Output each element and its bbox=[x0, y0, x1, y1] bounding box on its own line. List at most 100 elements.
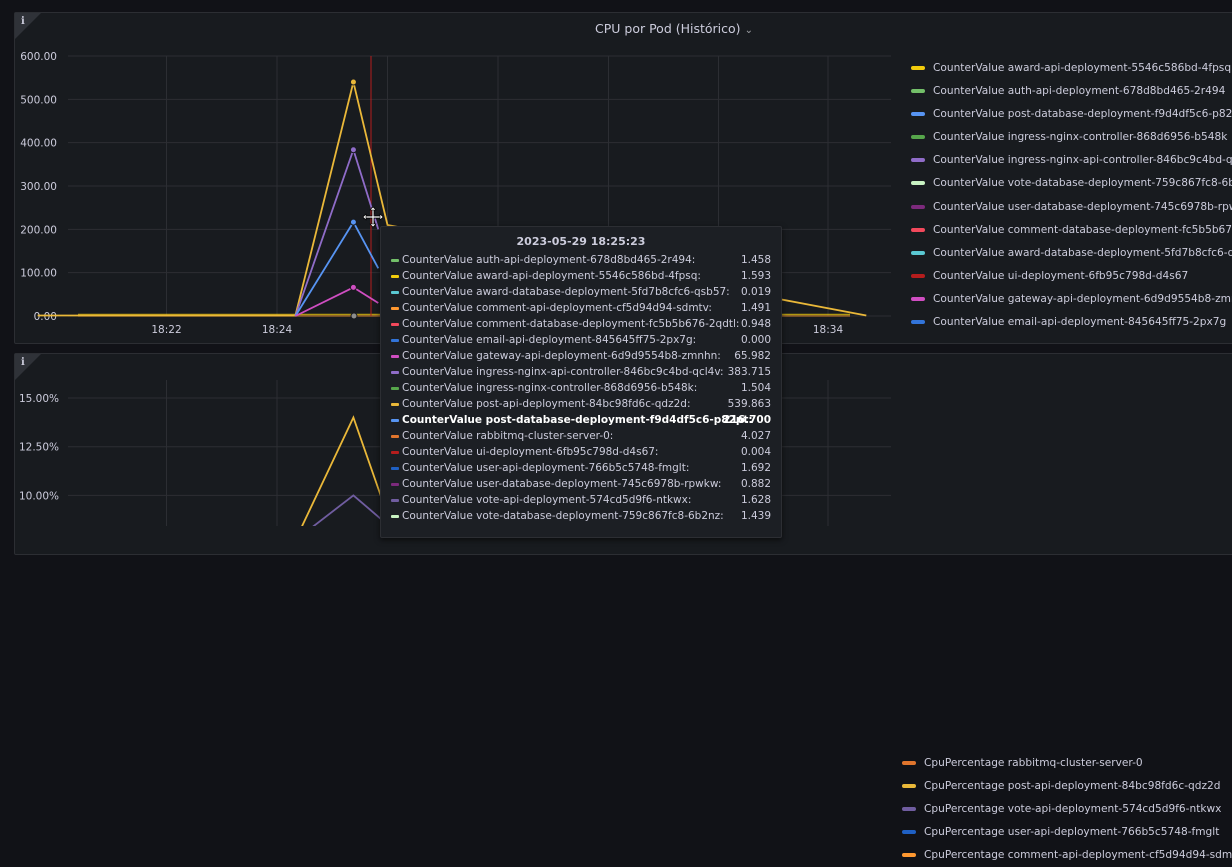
tooltip-value: 0.948 bbox=[740, 318, 771, 330]
tooltip-swatch bbox=[391, 434, 399, 438]
y-tick-label: 300.00 bbox=[20, 181, 57, 193]
tooltip-swatch bbox=[391, 354, 399, 358]
legend-label: CpuPercentage comment-api-deployment-cf5… bbox=[924, 849, 1232, 862]
tooltip-value: 1.628 bbox=[740, 494, 771, 506]
legend-item[interactable]: CpuPercentage rabbitmq-cluster-server-0 bbox=[902, 752, 1232, 775]
tooltip-label: CounterValue user-api-deployment-766b5c5… bbox=[402, 462, 690, 474]
tooltip-swatch bbox=[391, 402, 399, 406]
legend-swatch bbox=[902, 853, 916, 858]
tooltip-swatch bbox=[391, 322, 399, 326]
tooltip-label: CounterValue post-database-deployment-f9… bbox=[402, 414, 753, 426]
legend-label: CpuPercentage rabbitmq-cluster-server-0 bbox=[924, 757, 1143, 769]
tooltip-value: 539.863 bbox=[727, 398, 771, 410]
tooltip-label: CounterValue award-database-deployment-5… bbox=[402, 286, 730, 298]
tooltip-value: 0.000 bbox=[740, 334, 771, 346]
tooltip-label: CounterValue vote-database-deployment-75… bbox=[402, 510, 724, 522]
tooltip-value: 1.458 bbox=[740, 254, 771, 266]
tooltip-value: 1.504 bbox=[740, 382, 771, 394]
tooltip-rows: CounterValue auth-api-deployment-678d8bd… bbox=[391, 252, 771, 524]
legend-label: CpuPercentage vote-api-deployment-574cd5… bbox=[924, 803, 1222, 816]
tooltip-value: 1.439 bbox=[740, 510, 771, 522]
tooltip-swatch bbox=[391, 466, 399, 470]
y-tick-label: 500.00 bbox=[20, 94, 57, 106]
series-line bbox=[294, 146, 380, 317]
y-tick-label: 10.00% bbox=[19, 490, 59, 502]
tooltip-row: CounterValue gateway-api-deployment-6d9d… bbox=[391, 348, 771, 364]
y-tick-label: 15.00% bbox=[19, 393, 59, 405]
tooltip-row: CounterValue award-api-deployment-5546c5… bbox=[391, 268, 771, 284]
tooltip-value: 0.019 bbox=[740, 286, 771, 298]
tooltip-label: CounterValue ingress-nginx-controller-86… bbox=[402, 382, 698, 394]
tooltip-row: CounterValue comment-database-deployment… bbox=[391, 316, 771, 332]
tooltip-row: CounterValue vote-api-deployment-574cd5d… bbox=[391, 492, 771, 508]
x-tick-label: 18:34 bbox=[813, 324, 844, 336]
tooltip-row: CounterValue ingress-nginx-api-controlle… bbox=[391, 364, 771, 380]
tooltip-row: CounterValue comment-api-deployment-cf5d… bbox=[391, 300, 771, 316]
legend-swatch bbox=[902, 784, 916, 789]
tooltip-label: CounterValue gateway-api-deployment-6d9d… bbox=[402, 350, 721, 362]
series-point bbox=[349, 78, 357, 86]
move-cursor-icon bbox=[362, 206, 384, 228]
legend-swatch bbox=[902, 761, 916, 765]
tooltip-swatch bbox=[391, 482, 399, 486]
legend-item[interactable]: CpuPercentage user-api-deployment-766b5c… bbox=[902, 821, 1232, 844]
tooltip-row: CounterValue award-database-deployment-5… bbox=[391, 284, 771, 300]
tooltip-row: CounterValue vote-database-deployment-75… bbox=[391, 508, 771, 524]
tooltip-row: CounterValue email-api-deployment-845645… bbox=[391, 332, 771, 348]
tooltip-row: CounterValue user-database-deployment-74… bbox=[391, 476, 771, 492]
tooltip-swatch bbox=[391, 258, 399, 262]
hover-tooltip: 2023-05-29 18:25:23 CounterValue auth-ap… bbox=[380, 226, 782, 538]
tooltip-value: 1.593 bbox=[740, 270, 771, 282]
tooltip-value: 0.882 bbox=[740, 478, 771, 490]
series-point bbox=[350, 312, 358, 320]
tooltip-swatch bbox=[391, 274, 399, 278]
legend-label: CpuPercentage user-api-deployment-766b5c… bbox=[924, 826, 1220, 839]
y-tick-label: 600.00 bbox=[20, 51, 57, 63]
tooltip-swatch bbox=[391, 450, 399, 454]
tooltip-swatch bbox=[391, 498, 399, 502]
series-line bbox=[295, 286, 379, 317]
x-tick-label: 18:24 bbox=[262, 324, 293, 336]
y-tick-label: 200.00 bbox=[20, 224, 57, 236]
x-tick-label: 18:22 bbox=[151, 324, 181, 336]
tooltip-value: 383.715 bbox=[727, 366, 771, 378]
tooltip-value: 0.004 bbox=[740, 446, 771, 458]
series-point bbox=[349, 146, 357, 154]
tooltip-timestamp: 2023-05-29 18:25:23 bbox=[516, 235, 646, 248]
tooltip-row: CounterValue auth-api-deployment-678d8bd… bbox=[391, 252, 771, 268]
series-point bbox=[349, 218, 357, 226]
tooltip-row: CounterValue user-api-deployment-766b5c5… bbox=[391, 460, 771, 476]
legend-item[interactable]: CpuPercentage post-api-deployment-84bc98… bbox=[902, 775, 1232, 798]
tooltip-label: CounterValue ingress-nginx-api-controlle… bbox=[402, 366, 724, 378]
y-tick-label: 400.00 bbox=[20, 138, 57, 150]
tooltip-label: CounterValue post-api-deployment-84bc98f… bbox=[402, 398, 691, 410]
legend-label: CpuPercentage post-api-deployment-84bc98… bbox=[924, 780, 1221, 793]
legend-swatch bbox=[902, 830, 916, 835]
tooltip-label: CounterValue ui-deployment-6fb95c798d-d4… bbox=[402, 446, 659, 458]
y-tick-label: 100.00 bbox=[20, 268, 57, 280]
tooltip-swatch bbox=[391, 418, 399, 422]
tooltip-value: 1.491 bbox=[740, 302, 771, 314]
tooltip-swatch bbox=[391, 290, 399, 294]
tooltip-swatch bbox=[391, 386, 399, 390]
tooltip-label: CounterValue rabbitmq-cluster-server-0: bbox=[402, 430, 614, 442]
tooltip-row: CounterValue post-database-deployment-f9… bbox=[391, 412, 771, 428]
tooltip-row: CounterValue post-api-deployment-84bc98f… bbox=[391, 396, 771, 412]
tooltip-value: 216.700 bbox=[723, 414, 771, 426]
y-tick-label: 12.50% bbox=[19, 442, 59, 454]
tooltip-label: CounterValue user-database-deployment-74… bbox=[402, 478, 722, 490]
tooltip-label: CounterValue email-api-deployment-845645… bbox=[402, 334, 697, 346]
legend-item[interactable]: CpuPercentage vote-api-deployment-574cd5… bbox=[902, 798, 1232, 821]
tooltip-row: CounterValue ingress-nginx-controller-86… bbox=[391, 380, 771, 396]
y-tick-label: 0.00 bbox=[34, 311, 57, 323]
series-line bbox=[301, 415, 389, 526]
panel2-legend: CpuPercentage rabbitmq-cluster-server-0 C… bbox=[902, 752, 1232, 867]
tooltip-value: 4.027 bbox=[740, 430, 771, 442]
tooltip-row: CounterValue rabbitmq-cluster-server-0: 4… bbox=[391, 428, 771, 444]
legend-swatch bbox=[902, 807, 916, 812]
tooltip-value: 1.692 bbox=[740, 462, 771, 474]
legend-item[interactable]: CpuPercentage comment-api-deployment-cf5… bbox=[902, 844, 1232, 867]
tooltip-value: 65.982 bbox=[734, 350, 771, 362]
tooltip-label: CounterValue award-api-deployment-5546c5… bbox=[402, 270, 701, 282]
tooltip-swatch bbox=[391, 370, 399, 374]
